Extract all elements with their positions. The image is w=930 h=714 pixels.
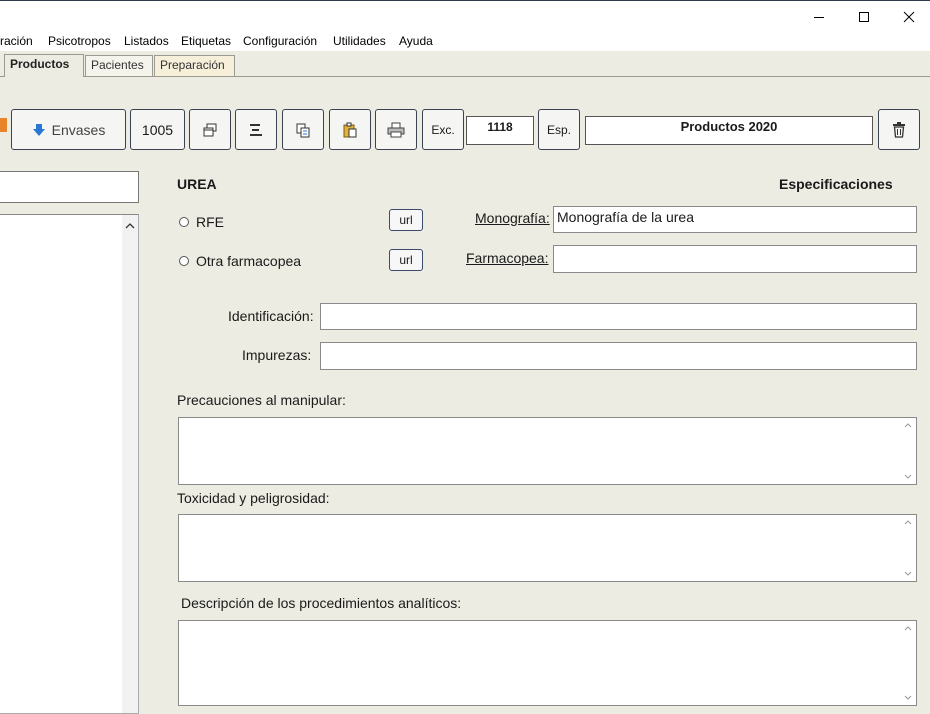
arrow-down-icon bbox=[32, 123, 45, 136]
descripcion-textarea[interactable] bbox=[178, 620, 917, 706]
scroll-down-icon[interactable] bbox=[903, 694, 913, 702]
maximize-icon bbox=[859, 12, 869, 22]
minimize-button[interactable] bbox=[796, 3, 842, 31]
close-icon bbox=[903, 11, 915, 23]
window-button[interactable] bbox=[189, 109, 231, 150]
menu-item-configuracion[interactable]: Configuración bbox=[243, 34, 317, 48]
menu-item-preparacion[interactable]: ración bbox=[0, 34, 33, 48]
identificacion-field[interactable] bbox=[320, 303, 917, 330]
maximize-button[interactable] bbox=[841, 3, 887, 31]
scroll-down-icon[interactable] bbox=[903, 473, 913, 481]
menu-item-listados[interactable]: Listados bbox=[124, 34, 169, 48]
copy-icon bbox=[296, 123, 310, 137]
descripcion-label: Descripción de los procedimientos analít… bbox=[181, 595, 462, 611]
other-pharmacopeia-radio[interactable] bbox=[179, 256, 189, 266]
impurezas-field[interactable] bbox=[320, 342, 917, 370]
scroll-up-icon[interactable] bbox=[122, 219, 138, 233]
product-list[interactable] bbox=[0, 214, 139, 714]
envases-label: Envases bbox=[51, 121, 106, 138]
menu-item-etiquetas[interactable]: Etiquetas bbox=[181, 34, 231, 48]
precauciones-scrollbar[interactable] bbox=[903, 421, 913, 481]
product-search-input[interactable] bbox=[0, 171, 139, 203]
scroll-down-icon[interactable] bbox=[903, 570, 913, 578]
minimize-icon bbox=[814, 17, 824, 18]
align-icon bbox=[250, 123, 262, 136]
impurezas-label: Impurezas: bbox=[242, 347, 312, 363]
identificacion-label: Identificación: bbox=[228, 308, 314, 324]
menu-item-utilidades[interactable]: Utilidades bbox=[333, 34, 386, 48]
printer-icon bbox=[387, 122, 405, 137]
farmacopea-field[interactable] bbox=[553, 245, 917, 273]
farmacopea-link[interactable]: Farmacopea: bbox=[466, 250, 548, 266]
align-button[interactable] bbox=[235, 109, 277, 150]
tab-productos[interactable]: Productos bbox=[4, 54, 84, 77]
other-pharmacopeia-url-button[interactable]: url bbox=[389, 249, 423, 271]
close-button[interactable] bbox=[886, 3, 930, 31]
rfe-url-button[interactable]: url bbox=[389, 209, 423, 231]
precauciones-label: Precauciones al manipular: bbox=[177, 392, 346, 408]
trash-icon bbox=[893, 121, 905, 138]
paste-button[interactable] bbox=[329, 109, 371, 150]
precauciones-textarea[interactable] bbox=[178, 417, 917, 485]
spec-heading: Especificaciones bbox=[779, 176, 893, 192]
monografia-link[interactable]: Monografía: bbox=[475, 210, 550, 226]
scroll-up-icon[interactable] bbox=[903, 624, 913, 632]
prev-button-edge[interactable] bbox=[0, 118, 7, 132]
product-list-scrollbar[interactable] bbox=[122, 215, 138, 713]
rfe-label: RFE bbox=[196, 214, 224, 230]
title-box: Productos 2020 bbox=[585, 116, 873, 145]
copy-button[interactable] bbox=[282, 109, 324, 150]
esp-button[interactable]: Esp. bbox=[538, 109, 580, 150]
menu-item-ayuda[interactable]: Ayuda bbox=[399, 34, 433, 48]
exc-button[interactable]: Exc. bbox=[422, 109, 464, 150]
product-name: UREA bbox=[177, 176, 217, 192]
monografia-field[interactable]: Monografía de la urea bbox=[553, 206, 917, 233]
count-button[interactable]: 1005 bbox=[130, 109, 185, 150]
paste-icon bbox=[343, 122, 357, 137]
menu-bar: ración Psicotropos Listados Etiquetas Co… bbox=[0, 31, 930, 51]
tab-strip: Productos Pacientes Preparación bbox=[0, 51, 930, 77]
rfe-radio[interactable] bbox=[179, 217, 189, 227]
tab-pacientes[interactable]: Pacientes bbox=[85, 55, 153, 76]
other-pharmacopeia-label: Otra farmacopea bbox=[196, 253, 302, 269]
scroll-up-icon[interactable] bbox=[903, 518, 913, 526]
toxicidad-textarea[interactable] bbox=[178, 514, 917, 582]
delete-button[interactable] bbox=[878, 109, 920, 150]
tab-preparacion[interactable]: Preparación bbox=[154, 55, 235, 76]
toxicidad-scrollbar[interactable] bbox=[903, 518, 913, 578]
scroll-up-icon[interactable] bbox=[903, 421, 913, 429]
code-box: 1118 bbox=[466, 116, 534, 145]
envases-button[interactable]: Envases bbox=[11, 109, 126, 150]
toxicidad-label: Toxicidad y peligrosidad: bbox=[177, 490, 330, 506]
title-bar bbox=[0, 0, 930, 31]
print-button[interactable] bbox=[375, 109, 417, 150]
descripcion-scrollbar[interactable] bbox=[903, 624, 913, 702]
menu-item-psicotropos[interactable]: Psicotropos bbox=[48, 34, 111, 48]
window-icon bbox=[203, 123, 217, 136]
